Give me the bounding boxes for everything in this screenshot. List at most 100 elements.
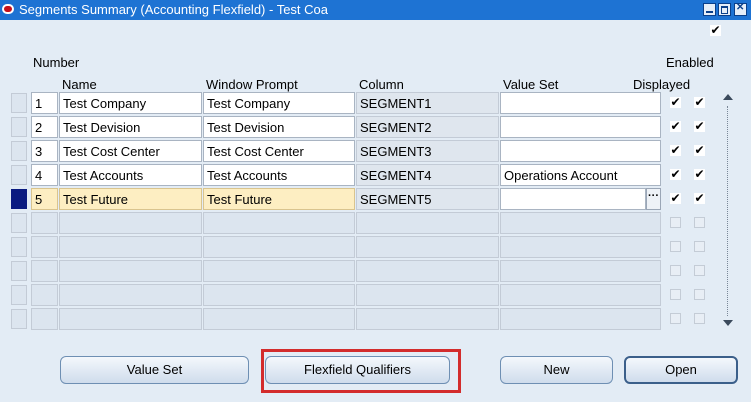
title-bar: Segments Summary (Accounting Flexfield) …	[0, 0, 751, 20]
enabled-checkbox[interactable]: ✔	[694, 144, 705, 156]
cell-value-set[interactable]	[500, 284, 661, 306]
scroll-up-icon[interactable]	[723, 94, 733, 100]
cell-name[interactable]	[59, 212, 202, 234]
enabled-checkbox[interactable]: ✔	[694, 96, 705, 108]
cell-number[interactable]: 5	[31, 188, 58, 210]
cell-number[interactable]: 3	[31, 140, 58, 162]
displayed-checkbox[interactable]	[670, 265, 681, 276]
cell-value-set[interactable]	[500, 236, 661, 258]
displayed-checkbox[interactable]: ✔	[670, 192, 681, 204]
cell-window-prompt[interactable]: Test Accounts	[203, 164, 355, 186]
list-of-values-button[interactable]: ···	[646, 188, 661, 210]
open-button[interactable]: Open	[624, 356, 738, 384]
cell-value-set[interactable]	[500, 188, 646, 210]
cell-number[interactable]	[31, 236, 58, 258]
cell-value-set[interactable]	[500, 260, 661, 282]
cell-value-set[interactable]	[500, 308, 661, 330]
cell-name[interactable]: Test Future	[59, 188, 202, 210]
cell-value-set[interactable]	[500, 140, 661, 162]
empty-table-row	[0, 260, 751, 282]
header-displayed: Displayed	[633, 77, 691, 92]
cell-window-prompt[interactable]: Test Devision	[203, 116, 355, 138]
cell-window-prompt[interactable]	[203, 212, 355, 234]
cell-name[interactable]: Test Company	[59, 92, 202, 114]
record-indicator[interactable]	[11, 165, 27, 185]
record-indicator[interactable]	[11, 309, 27, 329]
displayed-checkbox[interactable]: ✔	[670, 168, 681, 180]
new-button[interactable]: New	[500, 356, 613, 384]
maximize-icon[interactable]	[718, 3, 731, 16]
cell-name[interactable]	[59, 260, 202, 282]
displayed-checkbox[interactable]	[670, 241, 681, 252]
table-row: 1 Test Company Test Company SEGMENT1 ✔ ✔	[0, 92, 751, 114]
enabled-checkbox[interactable]	[694, 265, 705, 276]
cell-number[interactable]: 2	[31, 116, 58, 138]
cell-value-set[interactable]	[500, 116, 661, 138]
cell-name[interactable]: Test Devision	[59, 116, 202, 138]
minimize-icon[interactable]	[703, 3, 716, 16]
top-checkbox[interactable]: ✔	[710, 24, 721, 36]
cell-window-prompt[interactable]	[203, 236, 355, 258]
cell-window-prompt[interactable]: Test Cost Center	[203, 140, 355, 162]
cell-column[interactable]	[356, 236, 499, 258]
cell-number[interactable]	[31, 284, 58, 306]
cell-column[interactable]: SEGMENT2	[356, 116, 499, 138]
cell-column[interactable]	[356, 284, 499, 306]
header-value-set: Value Set	[503, 77, 559, 92]
cell-value-set[interactable]	[500, 212, 661, 234]
cell-number[interactable]: 1	[31, 92, 58, 114]
cell-window-prompt[interactable]	[203, 260, 355, 282]
scroll-down-icon[interactable]	[723, 320, 733, 326]
record-indicator[interactable]	[11, 261, 27, 281]
close-icon[interactable]	[734, 2, 747, 16]
record-indicator[interactable]	[11, 213, 27, 233]
displayed-checkbox[interactable]	[670, 217, 681, 228]
cell-value-set[interactable]: Operations Account	[500, 164, 661, 186]
header-column: Column	[359, 77, 404, 92]
cell-number[interactable]	[31, 308, 58, 330]
record-indicator[interactable]	[11, 93, 27, 113]
enabled-checkbox[interactable]: ✔	[694, 192, 705, 204]
cell-value-set[interactable]	[500, 92, 661, 114]
cell-number[interactable]: 4	[31, 164, 58, 186]
displayed-checkbox[interactable]: ✔	[670, 144, 681, 156]
cell-column[interactable]	[356, 260, 499, 282]
displayed-checkbox[interactable]: ✔	[670, 96, 681, 108]
cell-name[interactable]: Test Accounts	[59, 164, 202, 186]
cell-window-prompt[interactable]: Test Future	[203, 188, 355, 210]
cell-column[interactable]	[356, 212, 499, 234]
displayed-checkbox[interactable]	[670, 313, 681, 324]
cell-name[interactable]	[59, 308, 202, 330]
vertical-scrollbar[interactable]	[720, 92, 736, 330]
enabled-checkbox[interactable]	[694, 313, 705, 324]
record-indicator[interactable]	[11, 237, 27, 257]
value-set-button[interactable]: Value Set	[60, 356, 249, 384]
record-indicator[interactable]	[11, 117, 27, 137]
record-indicator[interactable]	[11, 141, 27, 161]
cell-window-prompt[interactable]: Test Company	[203, 92, 355, 114]
cell-number[interactable]	[31, 212, 58, 234]
cell-window-prompt[interactable]	[203, 284, 355, 306]
record-indicator[interactable]	[11, 285, 27, 305]
cell-column[interactable]: SEGMENT1	[356, 92, 499, 114]
cell-column[interactable]	[356, 308, 499, 330]
cell-number[interactable]	[31, 260, 58, 282]
displayed-checkbox[interactable]: ✔	[670, 120, 681, 132]
enabled-checkbox[interactable]	[694, 217, 705, 228]
record-indicator[interactable]	[11, 189, 27, 209]
enabled-checkbox[interactable]	[694, 289, 705, 300]
displayed-checkbox[interactable]	[670, 289, 681, 300]
cell-column[interactable]: SEGMENT5	[356, 188, 499, 210]
enabled-checkbox[interactable]: ✔	[694, 168, 705, 180]
cell-name[interactable]	[59, 284, 202, 306]
empty-table-row	[0, 212, 751, 234]
cell-window-prompt[interactable]	[203, 308, 355, 330]
cell-name[interactable]	[59, 236, 202, 258]
scrollbar-track[interactable]	[727, 106, 729, 316]
cell-column[interactable]: SEGMENT3	[356, 140, 499, 162]
cell-column[interactable]: SEGMENT4	[356, 164, 499, 186]
enabled-checkbox[interactable]	[694, 241, 705, 252]
table-row: 2 Test Devision Test Devision SEGMENT2 ✔ ✔	[0, 116, 751, 138]
cell-name[interactable]: Test Cost Center	[59, 140, 202, 162]
enabled-checkbox[interactable]: ✔	[694, 120, 705, 132]
